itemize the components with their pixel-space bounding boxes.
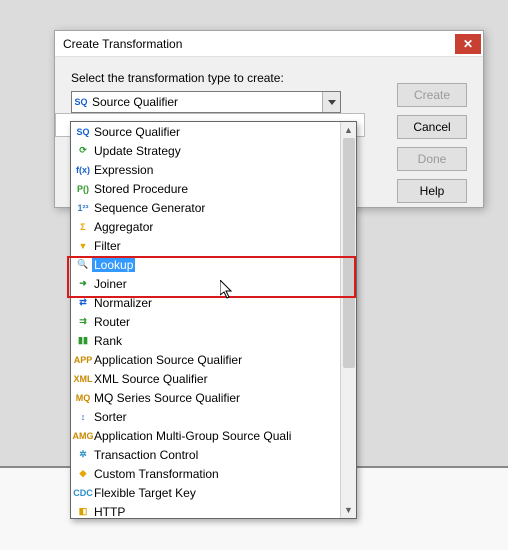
item-icon: 🔍: [74, 257, 92, 273]
dropdown-item[interactable]: ◧HTTP: [71, 502, 340, 518]
item-icon: SQ: [74, 124, 92, 140]
dropdown-item[interactable]: 1²³Sequence Generator: [71, 198, 340, 217]
sq-icon: SQ: [72, 97, 90, 107]
cancel-button[interactable]: Cancel: [397, 115, 467, 139]
scroll-up-icon[interactable]: ▲: [341, 122, 356, 138]
dropdown-item[interactable]: MQMQ Series Source Qualifier: [71, 388, 340, 407]
item-label: Lookup: [92, 258, 135, 272]
item-icon: ⇉: [74, 314, 92, 330]
dropdown-item[interactable]: ↕Sorter: [71, 407, 340, 426]
close-button[interactable]: ✕: [455, 34, 481, 54]
dropdown-list: SQSource Qualifier⟳Update Strategyf(x)Ex…: [71, 122, 340, 518]
item-label: Aggregator: [92, 220, 153, 234]
item-label: Transaction Control: [92, 448, 198, 462]
item-icon: Σ: [74, 219, 92, 235]
item-label: MQ Series Source Qualifier: [92, 391, 240, 405]
item-icon: CDC: [74, 485, 92, 501]
transformation-type-dropdown: SQSource Qualifier⟳Update Strategyf(x)Ex…: [70, 121, 357, 519]
dropdown-item[interactable]: ➜Joiner: [71, 274, 340, 293]
transformation-type-combo[interactable]: SQ Source Qualifier: [71, 91, 341, 113]
dropdown-item[interactable]: ▼Filter: [71, 236, 340, 255]
item-icon: ↕: [74, 409, 92, 425]
dropdown-item[interactable]: CDCFlexible Target Key: [71, 483, 340, 502]
item-icon: f(x): [74, 162, 92, 178]
scroll-thumb[interactable]: [343, 138, 355, 368]
dropdown-item[interactable]: XMLXML Source Qualifier: [71, 369, 340, 388]
dropdown-item[interactable]: ΣAggregator: [71, 217, 340, 236]
create-button[interactable]: Create: [397, 83, 467, 107]
item-label: Expression: [92, 163, 153, 177]
dropdown-item[interactable]: ⟳Update Strategy: [71, 141, 340, 160]
item-icon: AMG: [74, 428, 92, 444]
dialog-titlebar: Create Transformation ✕: [55, 31, 483, 57]
item-icon: ⇄: [74, 295, 92, 311]
dropdown-item[interactable]: ✲Transaction Control: [71, 445, 340, 464]
combo-selected-text: Source Qualifier: [90, 95, 322, 109]
item-icon: ➜: [74, 276, 92, 292]
dropdown-item[interactable]: 🔍Lookup: [71, 255, 340, 274]
dropdown-item[interactable]: f(x)Expression: [71, 160, 340, 179]
item-icon: ▼: [74, 238, 92, 254]
item-icon: P(): [74, 181, 92, 197]
item-label: HTTP: [92, 505, 125, 519]
item-label: Normalizer: [92, 296, 152, 310]
item-icon: ▮▮: [74, 333, 92, 349]
item-label: XML Source Qualifier: [92, 372, 208, 386]
dropdown-item[interactable]: ⇄Normalizer: [71, 293, 340, 312]
item-label: Application Multi-Group Source Quali: [92, 429, 291, 443]
item-label: Update Strategy: [92, 144, 181, 158]
item-icon: ◆: [74, 466, 92, 482]
done-button[interactable]: Done: [397, 147, 467, 171]
scroll-down-icon[interactable]: ▼: [341, 502, 356, 518]
dropdown-item[interactable]: ⇉Router: [71, 312, 340, 331]
help-button[interactable]: Help: [397, 179, 467, 203]
item-label: Sorter: [92, 410, 127, 424]
close-icon: ✕: [463, 37, 473, 51]
item-label: Sequence Generator: [92, 201, 205, 215]
dropdown-item[interactable]: ◆Custom Transformation: [71, 464, 340, 483]
item-label: Router: [92, 315, 130, 329]
item-label: Stored Procedure: [92, 182, 188, 196]
dropdown-item[interactable]: AMGApplication Multi-Group Source Quali: [71, 426, 340, 445]
item-label: Joiner: [92, 277, 127, 291]
item-icon: MQ: [74, 390, 92, 406]
item-icon: ✲: [74, 447, 92, 463]
dropdown-item[interactable]: P()Stored Procedure: [71, 179, 340, 198]
item-icon: APP: [74, 352, 92, 368]
item-label: Source Qualifier: [92, 125, 180, 139]
item-icon: 1²³: [74, 200, 92, 216]
dropdown-item[interactable]: ▮▮Rank: [71, 331, 340, 350]
item-label: Filter: [92, 239, 121, 253]
item-label: Rank: [92, 334, 122, 348]
chevron-down-icon[interactable]: [322, 92, 340, 112]
item-icon: ◧: [74, 504, 92, 519]
item-label: Custom Transformation: [92, 467, 219, 481]
dialog-title: Create Transformation: [63, 37, 182, 51]
dropdown-item[interactable]: APPApplication Source Qualifier: [71, 350, 340, 369]
dropdown-scrollbar[interactable]: ▲ ▼: [340, 122, 356, 518]
item-icon: ⟳: [74, 143, 92, 159]
item-label: Flexible Target Key: [92, 486, 196, 500]
item-icon: XML: [74, 371, 92, 387]
item-label: Application Source Qualifier: [92, 353, 242, 367]
dialog-buttons: Create Cancel Done Help: [397, 83, 467, 203]
dropdown-item[interactable]: SQSource Qualifier: [71, 122, 340, 141]
